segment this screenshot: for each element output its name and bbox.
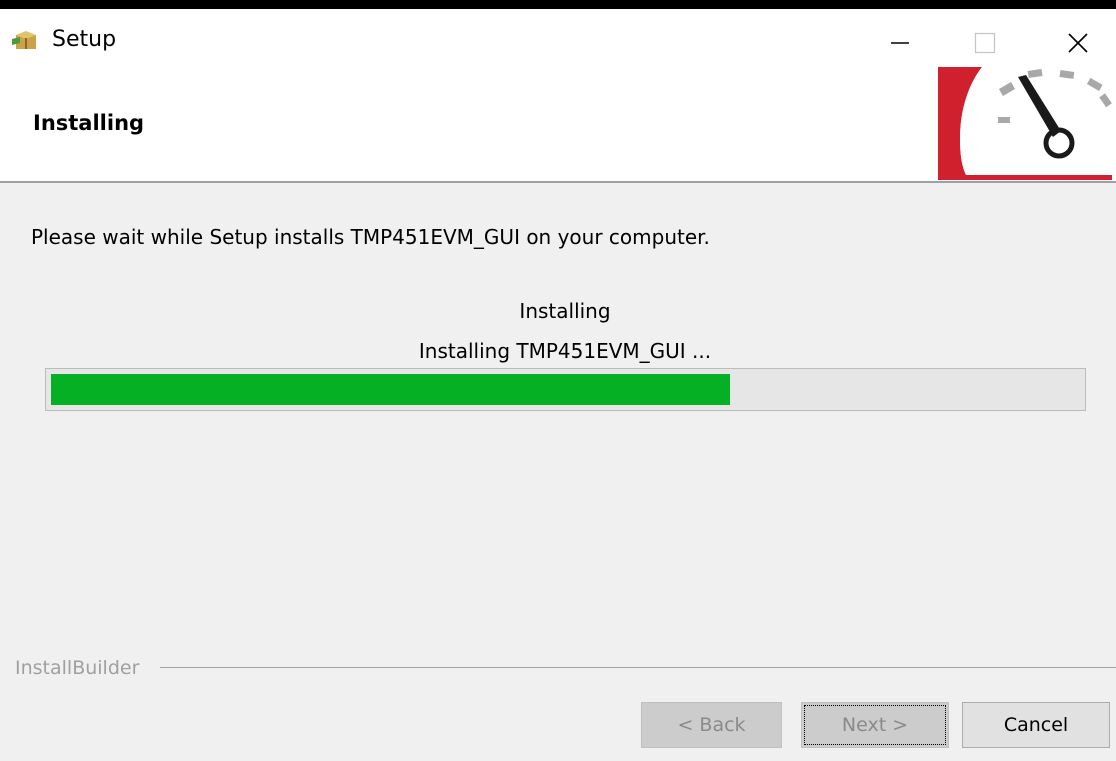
installer-box-icon [12, 29, 40, 51]
maximize-icon [974, 32, 996, 54]
back-button[interactable]: < Back [641, 702, 782, 748]
install-progress-bar [45, 368, 1086, 411]
footer-divider [160, 667, 1116, 668]
title-bar[interactable]: Setup [0, 9, 1116, 67]
close-button[interactable] [1044, 18, 1112, 68]
window-title: Setup [52, 27, 117, 52]
status-detail: Installing TMP451EVM_GUI ... [418, 339, 712, 363]
next-button[interactable]: Next > [801, 702, 949, 748]
brand-label: InstallBuilder [15, 654, 148, 682]
gauge-logo-icon [938, 67, 1116, 180]
window-top-border [0, 0, 1116, 9]
cancel-button[interactable]: Cancel [962, 702, 1110, 748]
status-title: Installing [519, 299, 611, 323]
minimize-button[interactable] [866, 18, 934, 68]
progress-fill [51, 374, 730, 405]
page-header: Installing [0, 67, 1116, 181]
header-divider [0, 181, 1116, 183]
maximize-button[interactable] [951, 18, 1019, 68]
close-icon [1068, 33, 1088, 53]
intro-text: Please wait while Setup installs TMP451E… [31, 225, 710, 249]
page-title: Installing [33, 111, 145, 135]
minimize-icon [891, 42, 909, 44]
